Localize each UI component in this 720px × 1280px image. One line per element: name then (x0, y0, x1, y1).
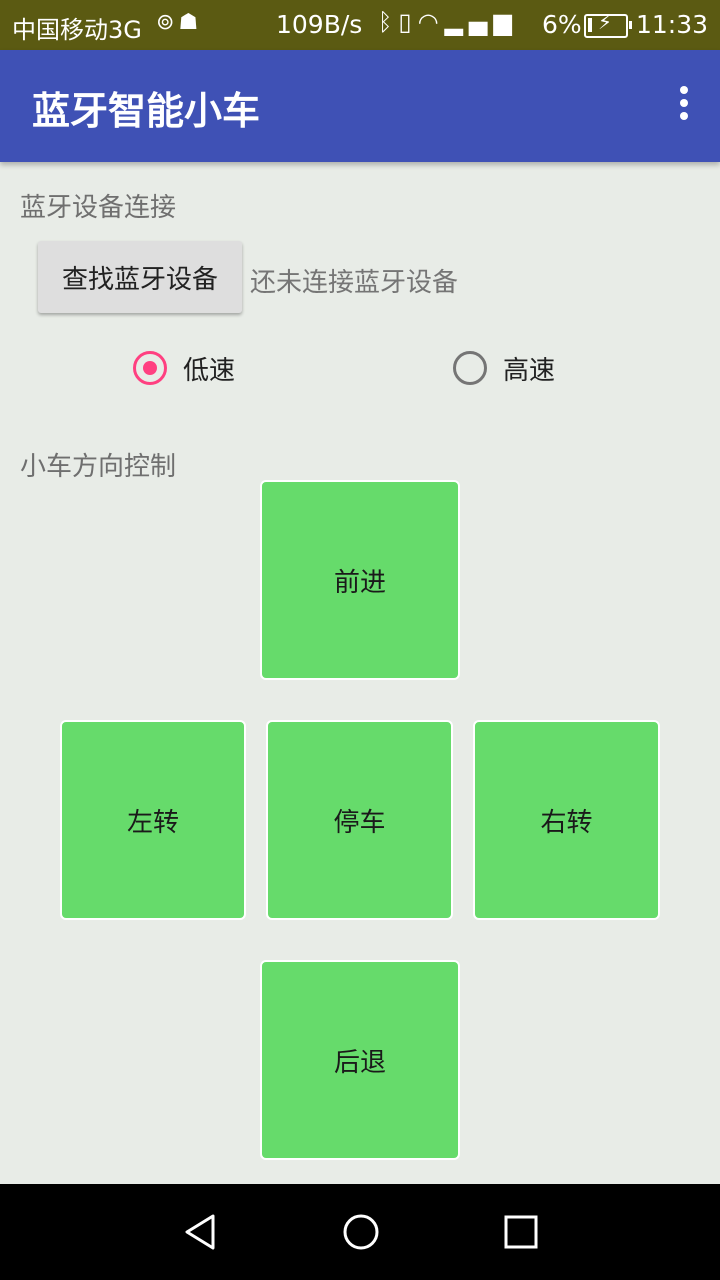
back-icon[interactable] (181, 1212, 221, 1252)
signal-3g-icon: ▂▄▆ (444, 8, 518, 36)
stop-button[interactable]: 停车 (266, 720, 453, 920)
status-icons-right: ᛒ▯◠▂▄▆ (378, 8, 518, 36)
recents-icon[interactable] (501, 1212, 541, 1252)
radio-checked-icon (133, 351, 167, 385)
backward-button[interactable]: 后退 (260, 960, 460, 1160)
android-debug-icon: ☗ (178, 10, 203, 35)
wifi-icon: ◠ (417, 8, 445, 36)
radio-high-speed-label: 高速 (503, 355, 556, 386)
direction-section-label: 小车方向控制 (20, 452, 177, 482)
navigation-bar (0, 1184, 720, 1280)
battery-percent: 6% (542, 10, 582, 39)
carrier-name: 中国移动3G (12, 16, 142, 44)
turn-right-button[interactable]: 右转 (473, 720, 660, 920)
battery-charging-icon: ⚡ (584, 10, 632, 38)
turn-left-button[interactable]: 左转 (60, 720, 246, 920)
radio-high-speed[interactable]: 高速 (453, 346, 555, 390)
radio-unchecked-icon (453, 351, 487, 385)
overflow-menu-icon[interactable] (676, 86, 692, 126)
location-icon: ⊚ (156, 10, 179, 35)
clock: 11:33 (635, 10, 708, 39)
app-title: 蓝牙智能小车 (32, 89, 261, 133)
find-bluetooth-button[interactable]: 查找蓝牙设备 (38, 241, 242, 313)
radio-low-speed-label: 低速 (183, 355, 236, 386)
status-icons-left: ⊚☗ (156, 10, 202, 35)
connection-status: 还未连接蓝牙设备 (250, 268, 459, 298)
network-speed: 109B/s (276, 10, 363, 39)
status-bar: 中国移动3G ⊚☗ 109B/s ᛒ▯◠▂▄▆ 6% ⚡ 11:33 (0, 0, 720, 50)
forward-button[interactable]: 前进 (260, 480, 460, 680)
bluetooth-section-label: 蓝牙设备连接 (20, 193, 177, 223)
vibrate-icon: ▯ (398, 8, 418, 36)
bluetooth-icon: ᛒ (378, 8, 399, 36)
radio-low-speed[interactable]: 低速 (133, 346, 235, 390)
home-icon[interactable] (341, 1212, 381, 1252)
app-bar: 蓝牙智能小车 (0, 50, 720, 162)
